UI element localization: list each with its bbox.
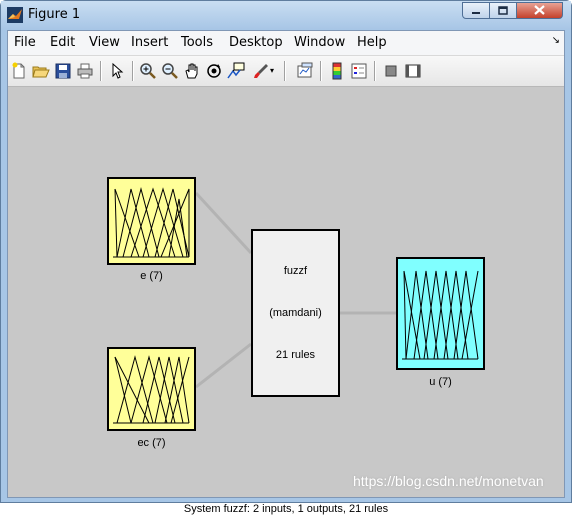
title-bar[interactable]: Figure 1 (1, 1, 571, 29)
maximize-icon (498, 2, 508, 20)
system-rules: 21 rules (275, 349, 316, 361)
show-plot-tools-icon[interactable] (404, 62, 422, 80)
print-icon[interactable] (76, 62, 94, 80)
link-plot-icon[interactable] (296, 62, 314, 80)
menu-edit[interactable]: Edit (50, 35, 75, 50)
brush-icon[interactable] (252, 62, 270, 80)
minimize-button[interactable] (462, 2, 490, 19)
brush-dropdown-icon[interactable]: ▾ (270, 66, 278, 84)
menu-insert[interactable]: Insert (131, 35, 168, 50)
maximize-button[interactable] (490, 2, 517, 19)
legend-icon[interactable] (350, 62, 368, 80)
output-u-membership-plot (402, 270, 479, 360)
input-e-box[interactable] (107, 177, 196, 265)
output-u-label: u (7) (429, 376, 452, 388)
input-ec-membership-plot (113, 355, 190, 424)
input-ec-label: ec (7) (137, 437, 166, 449)
menu-tools[interactable]: Tools (181, 35, 213, 50)
close-button[interactable] (517, 2, 563, 19)
input-ec-box[interactable] (107, 347, 196, 431)
menu-file[interactable]: File (14, 35, 36, 50)
menu-dock-arrow-icon[interactable]: ↘ (552, 35, 560, 46)
menu-view[interactable]: View (89, 35, 120, 50)
window-title: Figure 1 (28, 7, 81, 22)
figure-client-area: File Edit View Insert Tools Desktop Wind… (7, 30, 565, 515)
input-e-label: e (7) (140, 270, 163, 282)
output-u-box[interactable] (396, 257, 485, 370)
zoom-in-icon[interactable] (139, 62, 157, 80)
close-icon (534, 2, 545, 20)
figure-toolbar: ▾ (8, 55, 564, 87)
menu-window[interactable]: Window (294, 35, 345, 50)
system-type: (mamdani) (269, 307, 322, 319)
watermark-text: https://blog.csdn.net/monetvan (353, 473, 544, 489)
save-icon[interactable] (54, 62, 72, 80)
status-text: System fuzzf: 2 inputs, 1 outputs, 21 ru… (183, 503, 389, 515)
menu-desktop[interactable]: Desktop (229, 35, 283, 50)
system-name: fuzzf (283, 265, 308, 277)
pointer-icon[interactable] (108, 62, 126, 80)
menu-help[interactable]: Help (357, 35, 387, 50)
hide-plot-tools-icon[interactable] (382, 62, 400, 80)
zoom-out-icon[interactable] (161, 62, 179, 80)
menu-bar: File Edit View Insert Tools Desktop Wind… (8, 31, 564, 55)
figure-window: Figure 1 File Edit View Insert Tools Des… (0, 0, 572, 515)
fis-editor-canvas: e (7) ec (7) fuzzf (mamdani) 21 rules u … (8, 87, 564, 515)
open-icon[interactable] (32, 62, 50, 80)
rotate-3d-icon[interactable] (205, 62, 223, 80)
fis-system-box[interactable]: fuzzf (mamdani) 21 rules (251, 229, 340, 397)
colorbar-icon[interactable] (328, 62, 346, 80)
new-figure-icon[interactable] (10, 62, 28, 80)
matlab-figure-icon (7, 7, 23, 23)
input-e-membership-plot (113, 187, 190, 258)
data-cursor-icon[interactable] (227, 62, 245, 80)
pan-icon[interactable] (183, 62, 201, 80)
minimize-icon (471, 2, 481, 20)
